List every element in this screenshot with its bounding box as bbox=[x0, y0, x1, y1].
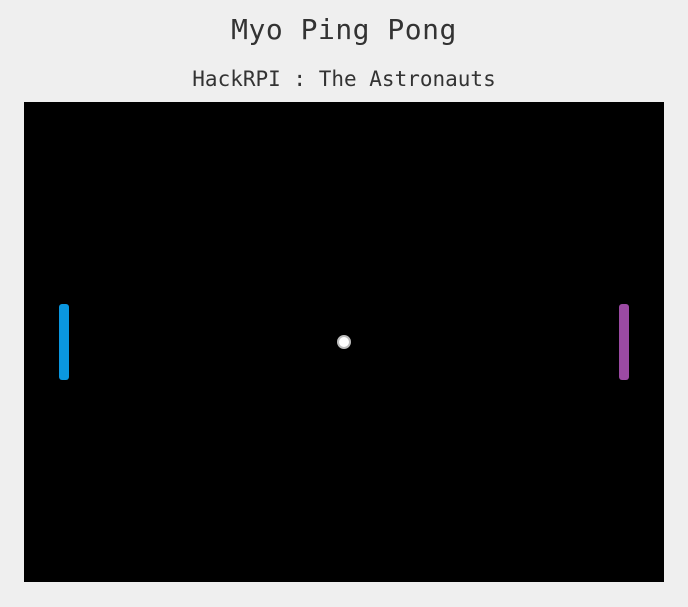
right-paddle bbox=[619, 304, 629, 380]
left-paddle bbox=[59, 304, 69, 380]
page-subtitle: HackRPI : The Astronauts bbox=[192, 67, 496, 91]
game-board[interactable] bbox=[24, 102, 664, 582]
page-title: Myo Ping Pong bbox=[231, 13, 457, 46]
ball bbox=[337, 335, 351, 349]
